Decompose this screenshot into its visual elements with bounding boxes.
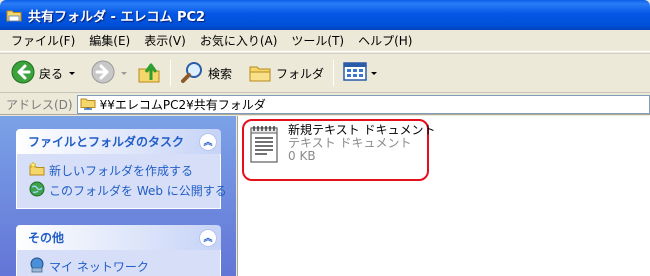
back-button[interactable]: 戻る bbox=[8, 58, 78, 88]
file-tasks-title: ファイルとフォルダのタスク bbox=[28, 135, 185, 149]
collapse-chevron-icon[interactable]: ︽ bbox=[199, 228, 217, 247]
other-places-panel: その他 ︽ マイ ネットワーク bbox=[16, 225, 221, 276]
file-tasks-panel: ファイルとフォルダのタスク ︽ 新しいフォルダを作成する このフォルダを Web… bbox=[16, 129, 227, 209]
address-bar: アドレス(D) ¥¥エレコムPC2¥共有フォルダ bbox=[0, 94, 650, 115]
views-icon bbox=[343, 61, 369, 86]
forward-button[interactable] bbox=[88, 58, 130, 88]
my-network-label: マイ ネットワーク bbox=[49, 259, 149, 274]
views-button[interactable] bbox=[340, 58, 380, 88]
menu-tools[interactable]: ツール(T) bbox=[284, 32, 351, 49]
file-view: 新規テキスト ドキュメント テキスト ドキュメント 0 KB bbox=[237, 116, 650, 276]
file-tasks-header[interactable]: ファイルとフォルダのタスク ︽ bbox=[16, 129, 221, 154]
new-folder-link[interactable]: 新しいフォルダを作成する bbox=[29, 160, 212, 180]
back-dropdown-icon[interactable] bbox=[69, 71, 76, 75]
folder-icon bbox=[6, 8, 22, 22]
menu-favorites[interactable]: お気に入り(A) bbox=[193, 32, 285, 49]
publish-web-label: このフォルダを Web に公開する bbox=[49, 183, 227, 198]
task-pane: ファイルとフォルダのタスク ︽ 新しいフォルダを作成する このフォルダを Web… bbox=[0, 116, 236, 276]
menu-help[interactable]: ヘルプ(H) bbox=[351, 32, 419, 49]
toolbar: 戻る 検索 フォルダ bbox=[0, 53, 650, 93]
address-label: アドレス(D) bbox=[6, 97, 73, 112]
text-document-icon bbox=[248, 124, 280, 167]
menu-view[interactable]: 表示(V) bbox=[137, 32, 193, 49]
menu-edit[interactable]: 編集(E) bbox=[82, 32, 137, 49]
publish-web-link[interactable]: このフォルダを Web に公開する bbox=[29, 180, 227, 200]
title-bar: 共有フォルダ - エレコム PC2 bbox=[0, 0, 650, 30]
toolbar-separator bbox=[170, 60, 172, 86]
folders-button[interactable]: フォルダ bbox=[245, 58, 327, 88]
window-title: 共有フォルダ - エレコム PC2 bbox=[28, 9, 206, 25]
up-folder-button[interactable] bbox=[134, 58, 164, 88]
search-label: 検索 bbox=[208, 66, 233, 81]
file-item[interactable]: 新規テキスト ドキュメント テキスト ドキュメント 0 KB bbox=[248, 124, 435, 167]
back-arrow-icon bbox=[11, 60, 35, 87]
folders-label: フォルダ bbox=[276, 66, 325, 81]
file-info: 新規テキスト ドキュメント テキスト ドキュメント 0 KB bbox=[288, 124, 435, 167]
forward-dropdown-icon[interactable] bbox=[121, 71, 128, 75]
other-places-body: マイ ネットワーク bbox=[16, 250, 221, 276]
forward-arrow-icon bbox=[91, 60, 115, 87]
collapse-chevron-icon[interactable]: ︽ bbox=[199, 132, 217, 151]
other-places-header[interactable]: その他 ︽ bbox=[16, 225, 221, 250]
up-folder-icon bbox=[137, 60, 161, 87]
file-size: 0 KB bbox=[288, 149, 316, 163]
my-network-link[interactable]: マイ ネットワーク bbox=[29, 256, 212, 276]
back-label: 戻る bbox=[39, 66, 64, 81]
other-places-title: その他 bbox=[28, 231, 65, 245]
globe-icon bbox=[29, 181, 45, 200]
file-tasks-body: 新しいフォルダを作成する このフォルダを Web に公開する bbox=[16, 154, 227, 209]
search-button[interactable]: 検索 bbox=[177, 58, 235, 88]
new-folder-label: 新しいフォルダを作成する bbox=[49, 163, 194, 178]
search-icon bbox=[180, 60, 204, 87]
address-field[interactable]: ¥¥エレコムPC2¥共有フォルダ bbox=[76, 94, 650, 114]
network-folder-icon bbox=[80, 95, 96, 114]
views-dropdown-icon[interactable] bbox=[371, 71, 378, 75]
folders-icon bbox=[248, 61, 272, 86]
address-value: ¥¥エレコムPC2¥共有フォルダ bbox=[99, 97, 266, 112]
menu-bar: ファイル(F) 編集(E) 表示(V) お気に入り(A) ツール(T) ヘルプ(… bbox=[0, 30, 650, 52]
new-folder-icon bbox=[29, 160, 45, 180]
toolbar-separator bbox=[333, 60, 335, 86]
menu-file[interactable]: ファイル(F) bbox=[4, 32, 82, 49]
network-icon bbox=[29, 257, 45, 276]
